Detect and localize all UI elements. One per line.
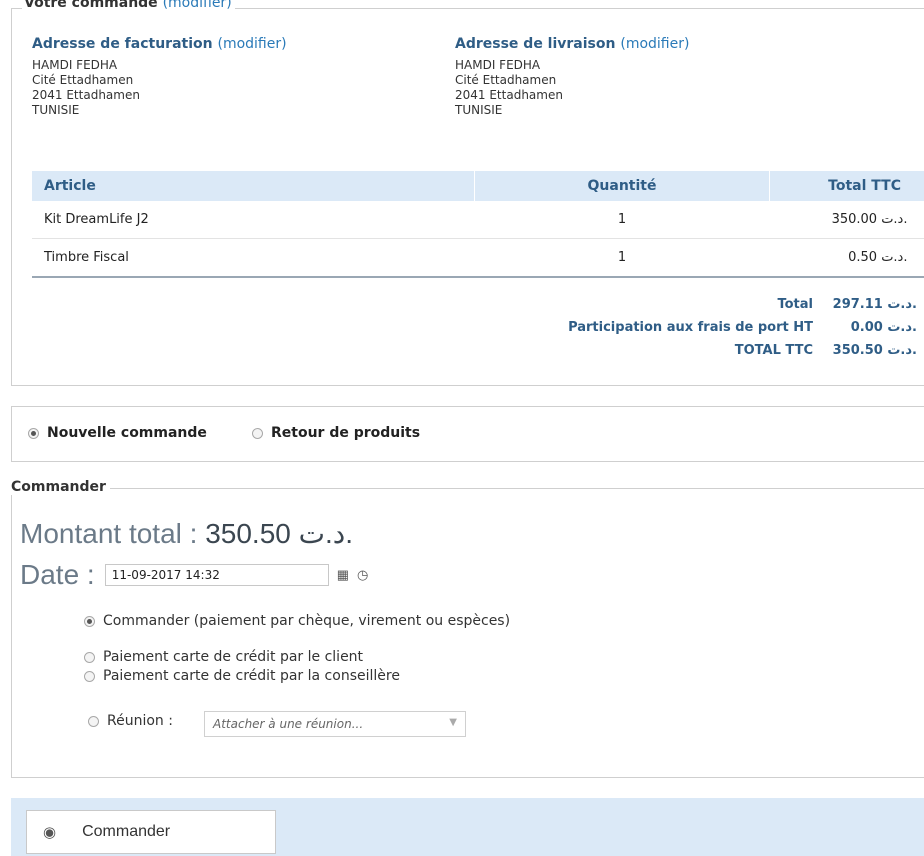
- col-total: Total TTC: [769, 171, 924, 201]
- shipping-fee-value: 0.00 د.ت.: [850, 320, 917, 335]
- action-bar: ◉ Commander: [11, 798, 924, 856]
- billing-country: TUNISIE: [32, 103, 80, 117]
- commander-legend: Commander: [11, 479, 110, 495]
- meeting-placeholder: Attacher à une réunion...: [213, 717, 364, 731]
- chevron-down-icon: ▼: [449, 717, 457, 728]
- shipping-fee-label: Participation aux frais de port HT: [568, 320, 813, 335]
- clock-icon[interactable]: ◷: [357, 568, 368, 583]
- table-header-row: Article Quantité Total TTC: [32, 171, 924, 201]
- payment-client-card-radio[interactable]: [84, 651, 95, 663]
- table-row: Kit DreamLife J2 1 350.00 د.ت.: [32, 201, 924, 239]
- billing-address-title: Adresse de facturation (modifier): [32, 37, 287, 52]
- commander-button-label: Commander: [82, 823, 171, 840]
- shipping-fee-row: Participation aux frais de port HT 0.00 …: [568, 316, 917, 339]
- row-quantity: 1: [474, 238, 770, 278]
- meeting-select[interactable]: Attacher à une réunion... ▼: [204, 711, 466, 737]
- billing-name: HAMDI FEDHA: [32, 58, 118, 72]
- order-summary-fieldset: Votre commande (modifier) Adresse de fac…: [11, 0, 924, 386]
- billing-city: 2041 Ettadhamen: [32, 88, 140, 102]
- shipping-address-title: Adresse de livraison (modifier): [455, 37, 689, 52]
- payment-option-order[interactable]: Commander (paiement par chèque, virement…: [84, 613, 510, 629]
- total-value: 297.11 د.ت.: [832, 297, 917, 312]
- meeting-label: Réunion :: [107, 713, 173, 729]
- date-label: Date :: [20, 559, 95, 590]
- payment-option-client-card[interactable]: Paiement carte de crédit par le client: [84, 649, 363, 665]
- payment-option-meeting[interactable]: Réunion :: [88, 713, 173, 729]
- commander-button[interactable]: ◉ Commander: [26, 810, 276, 854]
- billing-title-text: Adresse de facturation: [32, 36, 213, 52]
- total-row: Total 297.11 د.ت.: [568, 293, 917, 316]
- date-row: Date : ▦ ◷: [20, 559, 368, 591]
- payment-advisor-card-radio[interactable]: [84, 670, 95, 682]
- globe-cart-icon: ◉: [43, 824, 57, 841]
- date-input[interactable]: [104, 564, 329, 586]
- total-amount: Montant total : 350.50 د.ت.: [20, 517, 353, 550]
- return-products-radio[interactable]: [252, 427, 263, 439]
- shipping-city: 2041 Ettadhamen: [455, 88, 563, 102]
- col-quantity: Quantité: [474, 171, 770, 201]
- shipping-name: HAMDI FEDHA: [455, 58, 541, 72]
- shipping-title-text: Adresse de livraison: [455, 36, 616, 52]
- billing-modify-link[interactable]: (modifier): [217, 36, 286, 52]
- payment-order-label: Commander (paiement par chèque, virement…: [103, 613, 511, 629]
- order-type-selector: Nouvelle commande Retour de produits: [11, 406, 924, 462]
- shipping-country: TUNISIE: [455, 103, 503, 117]
- total-ttc-label: TOTAL TTC: [734, 343, 813, 358]
- payment-advisor-card-label: Paiement carte de crédit par la conseill…: [103, 668, 400, 684]
- calendar-icon[interactable]: ▦: [337, 568, 349, 583]
- commander-fieldset: Commander Montant total : 350.50 د.ت. Da…: [11, 479, 924, 778]
- order-legend-title: Votre commande: [24, 0, 158, 11]
- billing-address: Adresse de facturation (modifier) HAMDI …: [32, 37, 287, 118]
- total-ttc-value: 350.50 د.ت.: [832, 343, 917, 358]
- payment-meeting-radio[interactable]: [88, 715, 99, 727]
- amount-label: Montant total :: [20, 518, 206, 549]
- row-quantity: 1: [474, 201, 770, 239]
- new-order-radio[interactable]: [28, 427, 39, 439]
- row-article: Timbre Fiscal: [32, 238, 475, 278]
- payment-order-radio[interactable]: [84, 615, 95, 627]
- total-label: Total: [777, 297, 813, 312]
- row-article: Kit DreamLife J2: [32, 201, 475, 239]
- table-row: Timbre Fiscal 1 0.50 د.ت.: [32, 238, 924, 278]
- order-legend: Votre commande (modifier): [22, 0, 235, 13]
- row-total: 0.50 د.ت.: [769, 238, 924, 278]
- order-modify-link[interactable]: (modifier): [163, 0, 232, 11]
- total-ttc-row: TOTAL TTC 350.50 د.ت.: [568, 339, 917, 362]
- shipping-street: Cité Ettadhamen: [455, 73, 557, 87]
- row-total: 350.00 د.ت.: [769, 201, 924, 239]
- shipping-modify-link[interactable]: (modifier): [620, 36, 689, 52]
- order-totals: Total 297.11 د.ت. Participation aux frai…: [568, 293, 917, 362]
- shipping-address: Adresse de livraison (modifier) HAMDI FE…: [455, 37, 689, 118]
- new-order-label: Nouvelle commande: [47, 425, 207, 441]
- return-products-option[interactable]: Retour de produits: [252, 425, 420, 441]
- col-article: Article: [32, 171, 475, 201]
- billing-street: Cité Ettadhamen: [32, 73, 134, 87]
- payment-option-advisor-card[interactable]: Paiement carte de crédit par la conseill…: [84, 668, 400, 684]
- payment-client-card-label: Paiement carte de crédit par le client: [103, 649, 364, 665]
- amount-value: 350.50 د.ت.: [205, 518, 354, 549]
- return-products-label: Retour de produits: [271, 425, 421, 441]
- order-items-table: Article Quantité Total TTC Kit DreamLife…: [32, 171, 924, 278]
- new-order-option[interactable]: Nouvelle commande: [28, 425, 207, 441]
